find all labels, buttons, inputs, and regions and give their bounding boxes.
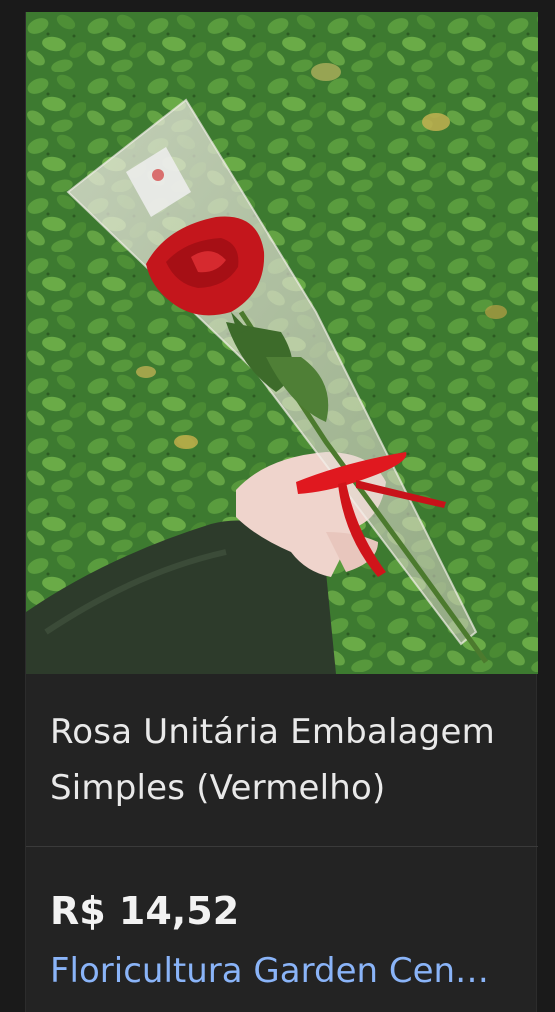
title-section: Rosa Unitária Embalagem Simples (Vermelh… bbox=[26, 674, 538, 847]
product-title[interactable]: Rosa Unitária Embalagem Simples (Vermelh… bbox=[50, 704, 520, 816]
product-price: R$ 14,52 bbox=[50, 889, 240, 933]
seller-link[interactable]: Floricultura Garden Cen… bbox=[50, 946, 520, 996]
product-card[interactable]: Rosa Unitária Embalagem Simples (Vermelh… bbox=[25, 12, 538, 1012]
product-image[interactable] bbox=[26, 12, 538, 674]
